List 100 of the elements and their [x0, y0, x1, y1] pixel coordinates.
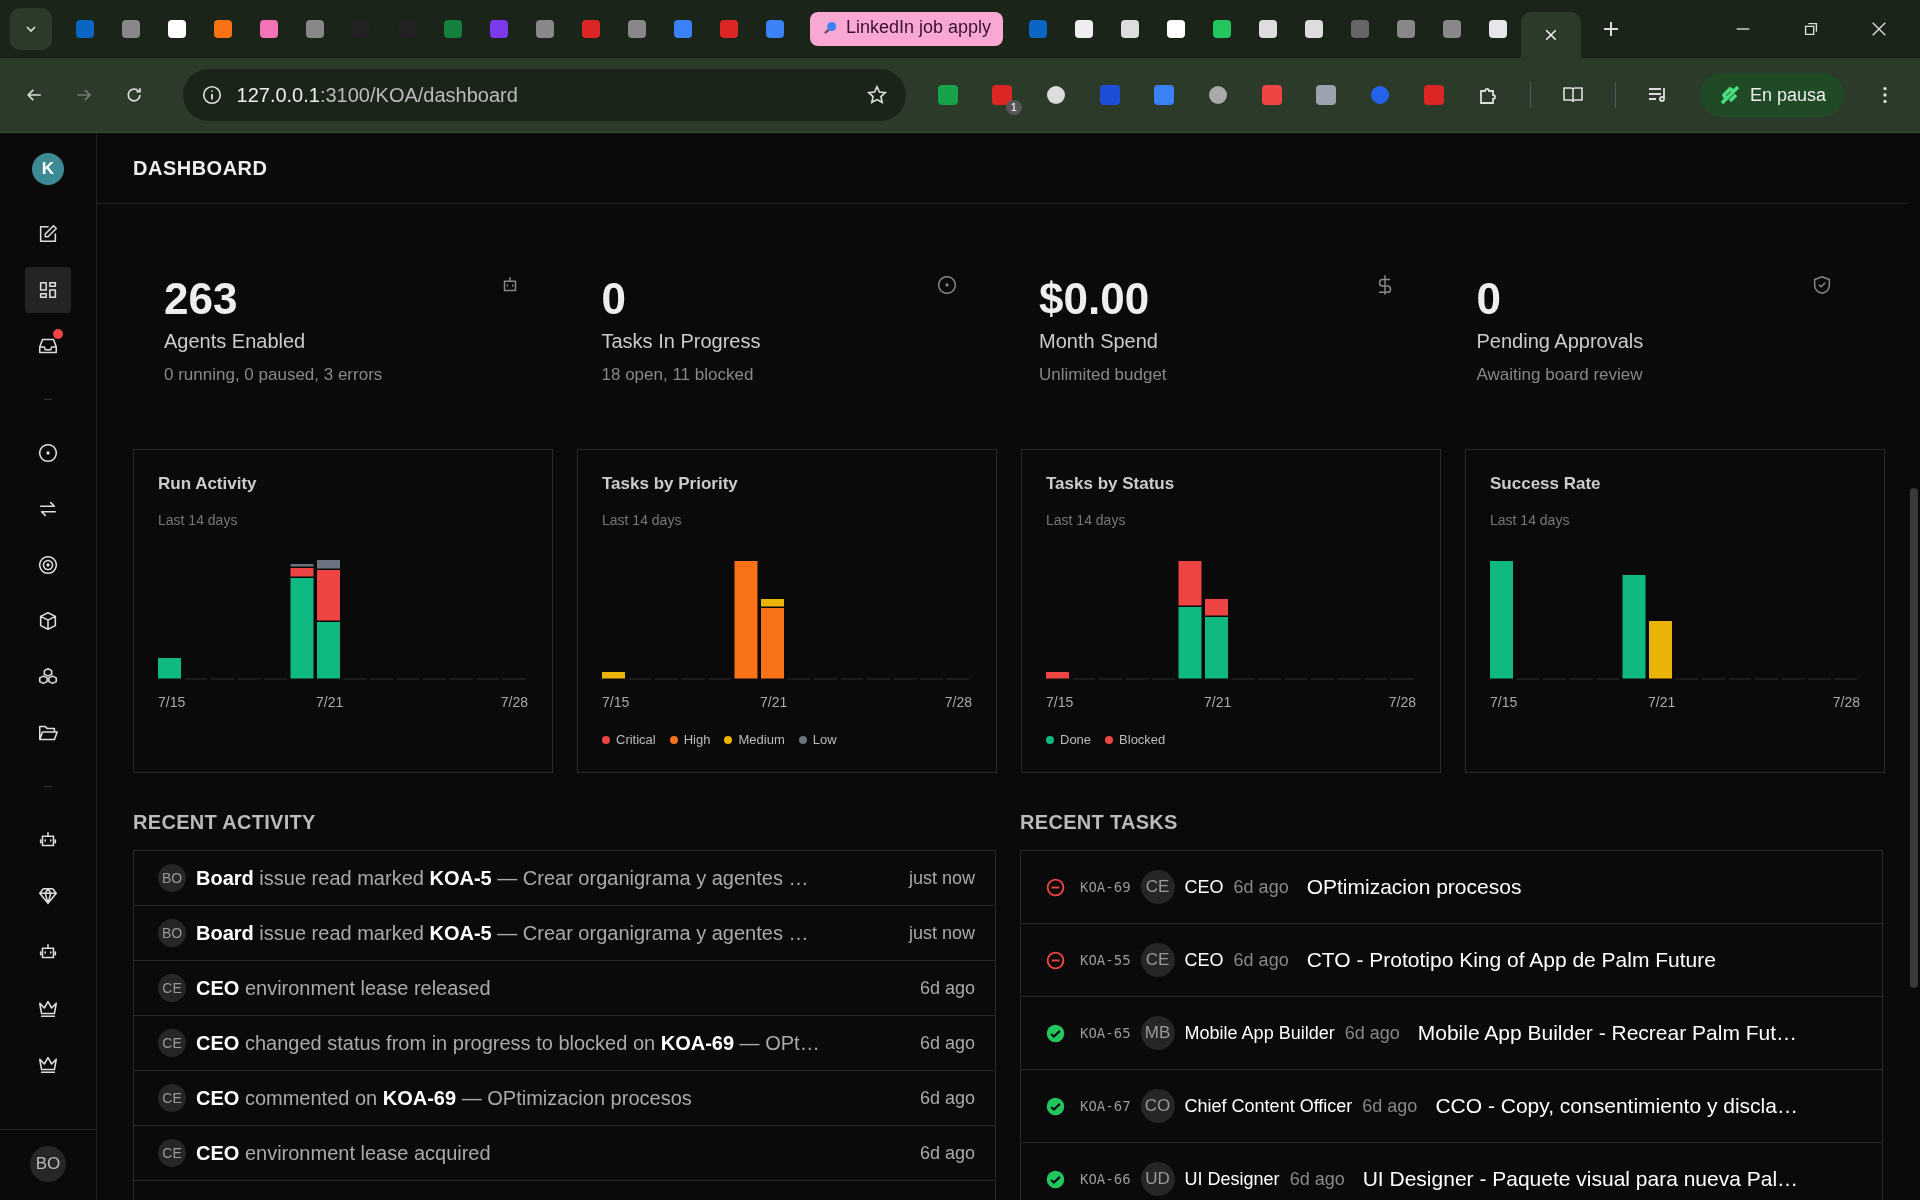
favicon-icon — [259, 19, 279, 39]
activity-text: CEO environment lease released — [196, 976, 492, 1000]
blocked-icon — [1045, 876, 1066, 898]
stat-value: $0.00 — [1039, 274, 1150, 324]
stat-detail: Unlimited budget — [1039, 365, 1168, 385]
profile-button[interactable]: En pausa — [1699, 73, 1844, 117]
task-row[interactable]: KOA-66 UD UI Designer 6d ago UI Designer - Paquete visual para nueva Pal… — [1021, 1143, 1882, 1200]
activity-row[interactable]: CE CEO changed status from in progress to blocked on KOA-69 — OPt… 6d ago — [134, 1016, 995, 1071]
task-id: KOA-66 — [1080, 1171, 1131, 1187]
assignee-name: Chief Content Officer — [1184, 1095, 1353, 1117]
task-title: CTO - Prototipo King of App de Palm Future — [1306, 948, 1716, 972]
assignee-name: CEO — [1184, 949, 1224, 971]
favicon-icon — [305, 19, 325, 39]
url-text: 127.0.0.1:3100/KOA/dashboard — [236, 83, 518, 107]
stat-detail: 18 open, 11 blocked — [601, 365, 755, 385]
avatar: CE — [158, 1029, 186, 1057]
avatar: CE — [158, 1084, 186, 1112]
task-title: CCO - Copy, consentimiento y discla… — [1435, 1094, 1798, 1118]
target-icon — [936, 274, 958, 296]
stat-detail: 0 running, 0 paused, 3 errors — [164, 365, 384, 385]
address-bar[interactable]: 127.0.0.1:3100/KOA/dashboard — [182, 69, 906, 121]
box-icon — [37, 610, 59, 632]
favicon-icon — [1028, 19, 1049, 39]
favicon-icon — [1166, 19, 1187, 39]
task-row[interactable]: KOA-65 MB Mobile App Builder 6d ago Mobile App Builder - Recrear Palm Fut… — [1021, 997, 1882, 1070]
time-label: 6d ago — [1233, 949, 1289, 971]
extension-icon[interactable] — [1313, 83, 1338, 107]
task-row[interactable]: KOA-55 CE CEO 6d ago CTO - Prototipo King of App de Palm Future — [1021, 924, 1882, 997]
date-label: 7/28 — [1388, 694, 1416, 710]
extension-icon[interactable] — [935, 83, 960, 107]
chart-subtitle: Last 14 days — [1490, 512, 1571, 528]
stat-value: 0 — [601, 274, 626, 324]
activity-row[interactable]: BO Board issue read marked KOA-5 — Crear organigrama y agentes … just now — [134, 906, 995, 961]
task-title: OPtimizacion procesos — [1306, 875, 1522, 899]
stat-label: Tasks In Progress — [601, 330, 762, 353]
time-label: just now — [908, 922, 975, 944]
bar — [1046, 672, 1069, 679]
info-icon[interactable] — [200, 84, 223, 106]
activity-row[interactable]: CE CEO environment lease released 6d ago — [134, 961, 995, 1016]
legend-label: Low — [812, 732, 837, 747]
avatar: CE — [158, 1139, 186, 1167]
stat-label: Pending Approvals — [1476, 330, 1645, 353]
activity-row[interactable]: BO Board issue read marked KOA-5 — Crear organigrama y agentes … just now — [134, 851, 995, 906]
task-row[interactable]: KOA-67 CO Chief Content Officer 6d ago CCO - Copy, consentimiento y discla… — [1021, 1070, 1882, 1143]
legend-label: Blocked — [1119, 732, 1166, 747]
favicon-icon — [627, 19, 647, 39]
task-id: KOA-67 — [1080, 1098, 1131, 1114]
favicon-icon — [1442, 19, 1463, 39]
activity-row[interactable]: CE CEO environment lease acquired 6d ago — [134, 1126, 995, 1181]
stat-label: Month Spend — [1039, 330, 1159, 353]
task-row[interactable]: KOA-69 CE CEO 6d ago OPtimizacion procesos — [1021, 851, 1882, 924]
time-label: 6d ago — [1344, 1022, 1400, 1044]
favicon-icon — [1212, 19, 1233, 39]
extension-badge: 1 — [1005, 100, 1022, 115]
shield-icon — [1811, 274, 1833, 296]
date-label: 7/21 — [316, 694, 344, 710]
activity-text: Board issue read marked KOA-5 — Crear organigrama y agentes … — [196, 866, 810, 890]
favicon-icon — [1396, 19, 1417, 39]
bar — [317, 622, 340, 679]
favicon-icon — [719, 19, 739, 39]
section-title: RECENT ACTIVITY — [133, 811, 317, 834]
time-label: 6d ago — [1289, 1168, 1345, 1190]
favicon-icon — [213, 19, 233, 39]
section-title: RECENT TASKS — [1020, 811, 1179, 834]
dashboard-icon — [37, 279, 59, 301]
avatar: BO — [158, 864, 186, 892]
assignee-name: UI Designer — [1184, 1168, 1280, 1190]
favicon-icon — [489, 19, 509, 39]
activity-text: Board issue read marked KOA-5 — Crear organigrama y agentes … — [196, 921, 810, 945]
avatar: CO — [1140, 1089, 1175, 1123]
avatar: CE — [1140, 870, 1175, 904]
chart-title: Run Activity — [158, 474, 258, 494]
activity-text: CEO commented on KOA-69 — OPtimizacion procesos — [196, 1086, 693, 1110]
check-circle-icon — [1045, 1095, 1066, 1117]
tab-group-label[interactable]: LinkedIn job apply — [810, 12, 1004, 46]
time-label: 6d ago — [919, 1032, 975, 1054]
task-id: KOA-69 — [1080, 879, 1131, 895]
time-label: just now — [908, 867, 975, 889]
favicon-icon — [1120, 19, 1141, 39]
avatar: UD — [1140, 1162, 1175, 1196]
date-label: 7/28 — [1832, 694, 1860, 710]
close-icon[interactable] — [1870, 20, 1888, 38]
scrollbar-thumb[interactable] — [1910, 488, 1918, 988]
page-title: DASHBOARD — [133, 156, 268, 180]
restore-icon[interactable] — [1802, 20, 1820, 38]
date-label: 7/15 — [602, 694, 630, 710]
activity-row[interactable]: CE CEO commented on KOA-69 — OPtimizacion procesos 6d ago — [134, 1071, 995, 1126]
stat-value: 263 — [164, 274, 238, 324]
user-avatar[interactable]: BO — [30, 1146, 66, 1182]
favicon-icon — [581, 19, 601, 39]
task-id: KOA-55 — [1080, 952, 1131, 968]
date-label: 7/21 — [760, 694, 788, 710]
favicon-icon — [443, 19, 463, 39]
star-icon[interactable] — [865, 84, 888, 106]
nav-item[interactable] — [25, 267, 71, 313]
task-title: Mobile App Builder - Recrear Palm Fut… — [1417, 1021, 1798, 1045]
favicon-icon — [121, 19, 141, 39]
logo[interactable]: K — [32, 153, 64, 185]
time-label: 6d ago — [919, 1142, 975, 1164]
avatar: CE — [158, 974, 186, 1002]
